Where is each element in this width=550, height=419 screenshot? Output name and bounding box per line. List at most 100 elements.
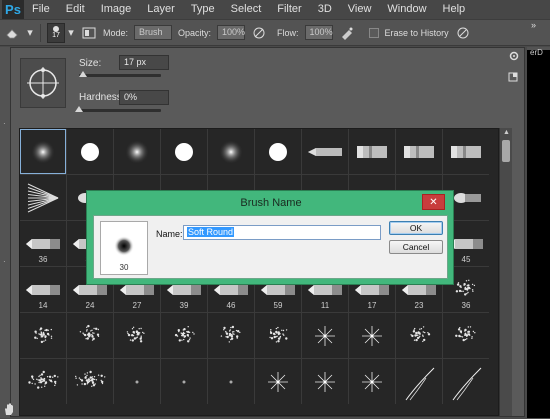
brush-panel-toggle-icon[interactable] <box>81 25 97 41</box>
brush-preset-picker[interactable]: 17 ▾ <box>47 22 75 43</box>
star-brush-tip-icon <box>362 371 382 392</box>
brush-tile[interactable] <box>114 313 160 358</box>
ok-button[interactable]: OK <box>389 221 443 235</box>
ruler-mark: · <box>3 119 6 128</box>
brush-tile[interactable] <box>208 359 254 404</box>
menu-image[interactable]: Image <box>93 0 140 19</box>
brush-tile[interactable] <box>349 359 395 404</box>
brush-tile[interactable] <box>255 129 301 174</box>
name-label: Name: <box>156 229 183 239</box>
erase-to-history-checkbox[interactable] <box>368 27 379 38</box>
brush-tile[interactable] <box>396 313 442 358</box>
brush-tile[interactable] <box>67 129 113 174</box>
opacity-pressure-icon[interactable] <box>251 25 267 41</box>
flow-field[interactable]: 100% <box>304 25 333 40</box>
brush-tile[interactable] <box>302 129 348 174</box>
menu-3d[interactable]: 3D <box>310 0 340 19</box>
brush-tile[interactable] <box>20 175 66 220</box>
panel-double-arrow-icon[interactable]: » <box>531 20 536 30</box>
hard-brush-tip-icon <box>269 142 287 161</box>
hardness-slider[interactable] <box>79 109 161 112</box>
brush-tile[interactable] <box>20 359 66 404</box>
brush-tile[interactable]: 14 <box>20 267 66 312</box>
brush-tile[interactable] <box>349 129 395 174</box>
menu-select[interactable]: Select <box>223 0 270 19</box>
hardness-label: Hardness: <box>79 92 125 103</box>
brush-tile[interactable] <box>443 313 489 358</box>
airbrush-icon[interactable] <box>339 25 355 41</box>
size-field[interactable]: 17 px <box>119 55 169 70</box>
brush-tile[interactable] <box>396 129 442 174</box>
brush-tile[interactable] <box>67 359 113 404</box>
brush-size-number: 27 <box>132 301 142 310</box>
brush-tile[interactable] <box>67 313 113 358</box>
dot-brush-tip-icon <box>182 380 186 383</box>
brush-size-number: 36 <box>461 301 471 310</box>
mode-label: Mode: <box>103 27 129 38</box>
cancel-button[interactable]: Cancel <box>389 240 443 254</box>
tool-preset-dropdown-icon[interactable]: ▾ <box>26 25 34 41</box>
menu-layer[interactable]: Layer <box>139 0 183 19</box>
brush-tile[interactable] <box>255 313 301 358</box>
menu-file[interactable]: File <box>24 0 58 19</box>
star-brush-tip-icon <box>362 325 382 346</box>
opacity-field[interactable]: 100% <box>217 25 245 40</box>
chevron-down-icon[interactable]: ▾ <box>67 25 75 41</box>
options-bar: ▾ 17 ▾ Mode: Brush Opacity: 100% Flow: 1… <box>0 19 550 46</box>
brush-tile[interactable] <box>302 313 348 358</box>
picker-settings-icon[interactable] <box>508 50 520 65</box>
brush-tile[interactable] <box>161 129 207 174</box>
menu-help[interactable]: Help <box>435 0 474 19</box>
menu-edit[interactable]: Edit <box>58 0 93 19</box>
size-pressure-icon[interactable] <box>455 25 471 41</box>
menu-type[interactable]: Type <box>183 0 223 19</box>
hardness-field[interactable]: 0% <box>119 90 169 105</box>
hard-brush-tip-icon <box>175 142 193 161</box>
size-slider-thumb[interactable] <box>79 71 88 77</box>
brush-tile[interactable] <box>20 313 66 358</box>
brush-tile[interactable] <box>114 129 160 174</box>
menu-window[interactable]: Window <box>379 0 434 19</box>
brush-tile[interactable] <box>20 129 66 174</box>
panel-tab-label[interactable]: erD <box>530 48 543 57</box>
menu-filter[interactable]: Filter <box>269 0 309 19</box>
mode-select[interactable]: Brush <box>134 25 173 40</box>
soft-brush-tip-icon <box>31 139 55 164</box>
star-brush-tip-icon <box>315 325 335 346</box>
size-label: Size: <box>79 58 102 69</box>
brush-tile[interactable] <box>302 359 348 404</box>
brush-tile[interactable] <box>208 313 254 358</box>
brush-tile[interactable] <box>443 129 489 174</box>
brush-tile[interactable] <box>208 129 254 174</box>
speck-brush-tip-icon <box>126 326 145 342</box>
brush-angle-preview[interactable] <box>20 58 66 108</box>
close-button[interactable]: ✕ <box>422 194 445 210</box>
brush-tile[interactable] <box>161 313 207 358</box>
hardness-slider-thumb[interactable] <box>75 106 83 112</box>
brush-tile[interactable] <box>255 359 301 404</box>
menu-bar: Ps File Edit Image Layer Type Select Filter 3D V… <box>0 0 550 19</box>
brush-tile[interactable]: 36 <box>20 221 66 266</box>
menu-view[interactable]: View <box>340 0 380 19</box>
new-preset-icon[interactable] <box>508 72 518 85</box>
dialog-body: 30 Name: Soft Round OK Cancel <box>93 215 448 279</box>
brush-tip-size: 30 <box>119 263 129 272</box>
scroll-up-icon[interactable]: ▲ <box>500 128 513 138</box>
scrollbar-thumb[interactable] <box>502 140 510 162</box>
brush-name-input[interactable]: Soft Round <box>183 225 381 240</box>
hard-brush-tip-icon <box>81 142 99 161</box>
brush-tile[interactable] <box>161 359 207 404</box>
brush-tile[interactable] <box>349 313 395 358</box>
brush-size-number: 36 <box>38 255 48 264</box>
brush-grid-scrollbar[interactable]: ▲ <box>499 128 512 416</box>
hand-tool-icon[interactable] <box>2 402 18 418</box>
brush-tile[interactable] <box>114 359 160 404</box>
brush-tile[interactable] <box>443 359 489 404</box>
size-slider[interactable] <box>79 74 161 77</box>
brush-size-number: 46 <box>226 301 236 310</box>
erase-to-history-label: Erase to History <box>384 27 449 38</box>
eraser-tool-icon[interactable] <box>4 25 20 41</box>
brush-tile[interactable] <box>396 359 442 404</box>
chalk-brush-tip-icon <box>75 370 106 387</box>
star-brush-tip-icon <box>268 371 288 392</box>
